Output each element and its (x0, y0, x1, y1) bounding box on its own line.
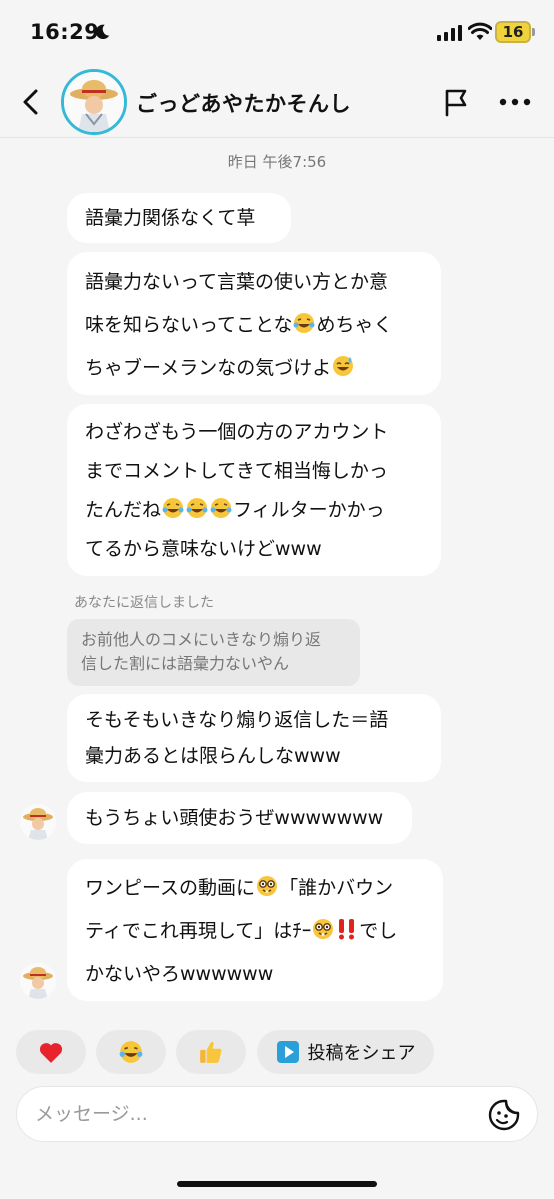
play-icon (276, 1041, 299, 1063)
message-text: ちゃブーメランなの気づけよ (85, 347, 423, 390)
contact-avatar-small[interactable] (20, 963, 56, 999)
battery-tip (532, 28, 535, 36)
contact-avatar-small[interactable] (20, 804, 56, 840)
straw-hat-avatar-icon (20, 963, 56, 999)
contact-name[interactable]: ごっどあやたかそんし (136, 88, 351, 118)
quick-reaction-heart[interactable]: ❤️ (16, 1030, 86, 1074)
tears-of-joy-emoji-icon (162, 498, 184, 518)
incoming-message[interactable]: 語彙力関係なくて草 (67, 193, 291, 243)
straw-hat-avatar-icon (20, 804, 56, 840)
tears-of-joy-emoji-icon (210, 498, 232, 518)
reply-label: あなたに返信しました (74, 595, 214, 611)
message-text: ワンピースの動画に 「誰かバウン (85, 867, 425, 910)
quick-reaction-laugh[interactable]: 😂 (96, 1030, 166, 1074)
message-text: たんだね フィルターかかっ (85, 491, 423, 530)
message-text: までコメントしてきて相当悔しかっ (85, 460, 388, 482)
moon-icon (95, 24, 110, 40)
nerd-face-emoji-icon (257, 876, 278, 896)
home-indicator (177, 1181, 377, 1187)
battery-icon: 16 (495, 21, 531, 43)
incoming-message[interactable]: わざわざもう一個の方のアカウント までコメントしてきて相当悔しかっ たんだね フィ… (67, 404, 441, 576)
contact-avatar[interactable] (61, 69, 127, 135)
back-arrow-icon[interactable] (18, 88, 44, 116)
tears-of-joy-emoji-icon (293, 313, 315, 333)
report-flag-icon[interactable] (441, 87, 471, 117)
message-text: そもそもいきなり煽り返信した＝語 (85, 709, 389, 731)
message-text: ティでこれ再現して」はﾁｰ でし (85, 910, 425, 953)
incoming-message[interactable]: 語彙力ないって言葉の使い方とか意 味を知らないってことな めちゃく ちゃブーメラン… (67, 252, 441, 395)
tears-of-joy-emoji-icon (186, 498, 208, 518)
nerd-face-emoji-icon (313, 919, 334, 939)
message-text: 味を知らないってことな めちゃく (85, 304, 423, 347)
chat-header: ごっどあやたかそんし (0, 66, 554, 138)
wifi-icon (468, 22, 492, 40)
share-post-button[interactable]: 投稿をシェア (257, 1030, 434, 1074)
double-exclamation-icon (339, 919, 355, 940)
share-post-label: 投稿をシェア (307, 1043, 416, 1064)
quoted-text: お前他人のコメにいきなり煽り返 (81, 630, 322, 649)
quoted-text: 信した割には語彙力ないやん (81, 654, 290, 673)
message-text: 語彙力ないって言葉の使い方とか意 (85, 271, 389, 293)
status-bar: 16:29 16 (0, 0, 554, 66)
sweat-smile-emoji-icon (333, 356, 354, 376)
message-text: もうちょい頭使おうぜwwwwwww (85, 807, 384, 829)
straw-hat-avatar-icon (64, 72, 124, 132)
sticker-icon[interactable] (487, 1098, 521, 1132)
message-input[interactable] (35, 1099, 455, 1129)
incoming-message[interactable]: もうちょい頭使おうぜwwwwwww (67, 792, 412, 844)
quoted-reply[interactable]: お前他人のコメにいきなり煽り返 信した割には語彙力ないやん (67, 619, 360, 686)
message-text: てるから意味ないけどwww (85, 538, 322, 560)
message-text: わざわざもう一個の方のアカウント (85, 421, 389, 443)
more-options-icon[interactable] (498, 96, 532, 108)
message-text: 彙力あるとは限らんしなwww (85, 745, 341, 767)
message-timestamp: 昨日 午後7:56 (227, 153, 327, 171)
dm-screen: 16:29 16 ごっどあやたかそんし 昨日 午後7:56 語彙力関係なくて草 … (0, 0, 554, 1199)
message-composer (16, 1086, 538, 1142)
incoming-message[interactable]: ワンピースの動画に 「誰かバウン ティでこれ再現して」はﾁｰ でし かないやろwww… (67, 859, 443, 1001)
incoming-message[interactable]: そもそもいきなり煽り返信した＝語 彙力あるとは限らんしなwww (67, 694, 441, 782)
cellular-signal-icon (437, 25, 462, 41)
message-text: かないやろwwwwww (85, 963, 274, 985)
quick-reaction-thumbs-up[interactable]: 👍 (176, 1030, 246, 1074)
status-time: 16:29 (30, 20, 100, 44)
message-text: 語彙力関係なくて草 (85, 207, 256, 229)
